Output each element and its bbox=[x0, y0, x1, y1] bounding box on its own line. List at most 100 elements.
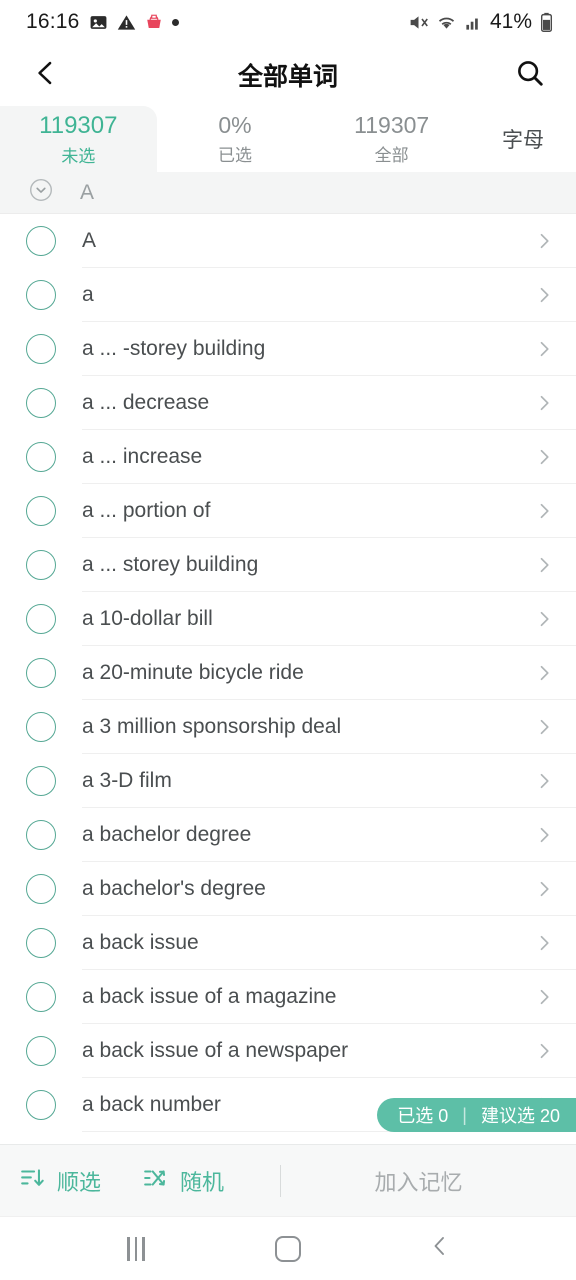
word-checkbox[interactable] bbox=[26, 442, 56, 472]
battery-icon bbox=[539, 12, 554, 33]
word-row[interactable]: a bachelor's degree bbox=[0, 862, 576, 916]
chevron-right-icon[interactable] bbox=[534, 933, 554, 953]
sort-descending-icon bbox=[20, 1165, 46, 1196]
app-screen: 16:16 41% 全部单词 119307 未选 0% 已选 119307 全部… bbox=[0, 0, 576, 1280]
mute-icon bbox=[408, 12, 429, 33]
tab-all[interactable]: 119307 全部 bbox=[313, 106, 470, 172]
word-checkbox[interactable] bbox=[26, 280, 56, 310]
word-row[interactable]: a ... -storey building bbox=[0, 322, 576, 376]
word-checkbox[interactable] bbox=[26, 496, 56, 526]
suggested-count-label: 建议选 20 bbox=[480, 1106, 560, 1126]
word-checkbox[interactable] bbox=[26, 388, 56, 418]
chevron-right-icon[interactable] bbox=[534, 231, 554, 251]
chevron-down-circle-icon[interactable] bbox=[28, 177, 54, 208]
badge-separator: | bbox=[462, 1104, 467, 1125]
word-row[interactable]: a 20-minute bicycle ride bbox=[0, 646, 576, 700]
chevron-right-icon[interactable] bbox=[534, 555, 554, 575]
word-row[interactable]: a back issue bbox=[0, 916, 576, 970]
status-bar: 16:16 41% bbox=[0, 0, 576, 44]
chevron-right-icon[interactable] bbox=[534, 717, 554, 737]
image-icon bbox=[89, 13, 108, 32]
word-row[interactable]: a 3-D film bbox=[0, 754, 576, 808]
random-button[interactable]: 随机 bbox=[143, 1165, 224, 1197]
sort-mode-label: 字母 bbox=[502, 129, 545, 152]
status-bar-left: 16:16 bbox=[26, 10, 179, 34]
tab-all-value: 119307 bbox=[354, 112, 430, 138]
word-row[interactable]: a back issue of a newspaper bbox=[0, 1024, 576, 1078]
chevron-right-icon[interactable] bbox=[534, 609, 554, 629]
chevron-right-icon[interactable] bbox=[534, 987, 554, 1007]
word-checkbox[interactable] bbox=[26, 604, 56, 634]
random-label: 随机 bbox=[180, 1169, 225, 1195]
word-checkbox[interactable] bbox=[26, 1036, 56, 1066]
chevron-right-icon[interactable] bbox=[534, 771, 554, 791]
title-bar: 全部单词 bbox=[0, 44, 576, 106]
word-row[interactable]: a bachelor degree bbox=[0, 808, 576, 862]
nav-back-button[interactable] bbox=[412, 1227, 468, 1271]
word-row[interactable]: a ... increase bbox=[0, 430, 576, 484]
word-list[interactable]: Aa a ... -storey building a ... decrease a … bbox=[0, 214, 576, 1144]
chevron-right-icon[interactable] bbox=[534, 501, 554, 521]
chevron-right-icon[interactable] bbox=[534, 285, 554, 305]
section-header[interactable]: A bbox=[0, 172, 576, 214]
word-checkbox[interactable] bbox=[26, 550, 56, 580]
android-nav-bar bbox=[0, 1216, 576, 1280]
word-label: a back issue of a newspaper bbox=[82, 1039, 349, 1062]
word-row[interactable]: a bbox=[0, 268, 576, 322]
word-label: a 10-dollar bill bbox=[82, 607, 213, 630]
word-checkbox[interactable] bbox=[26, 766, 56, 796]
nav-home-button[interactable] bbox=[260, 1227, 316, 1271]
word-row[interactable]: a ... storey building bbox=[0, 538, 576, 592]
word-label: a 20-minute bicycle ride bbox=[82, 661, 304, 684]
word-row[interactable]: a 10-dollar bill bbox=[0, 592, 576, 646]
word-row[interactable]: a ... portion of bbox=[0, 484, 576, 538]
page-title: 全部单词 bbox=[237, 63, 338, 91]
tab-selected-value: 0% bbox=[218, 112, 252, 138]
search-button[interactable] bbox=[508, 53, 552, 97]
nav-recents-button[interactable] bbox=[108, 1227, 164, 1271]
word-checkbox[interactable] bbox=[26, 874, 56, 904]
tab-unselected[interactable]: 119307 未选 bbox=[0, 106, 157, 172]
word-label: A bbox=[82, 229, 97, 252]
chevron-right-icon[interactable] bbox=[534, 1041, 554, 1061]
chevron-right-icon[interactable] bbox=[534, 879, 554, 899]
word-checkbox[interactable] bbox=[26, 928, 56, 958]
shuffle-icon bbox=[143, 1165, 169, 1196]
word-label: a ... decrease bbox=[82, 391, 210, 414]
sort-mode-button[interactable]: 字母 bbox=[470, 106, 576, 172]
search-icon bbox=[515, 58, 545, 93]
chevron-right-icon[interactable] bbox=[534, 825, 554, 845]
tab-selected[interactable]: 0% 已选 bbox=[157, 106, 314, 172]
dot-icon bbox=[171, 18, 179, 26]
sort-select-label: 顺选 bbox=[57, 1169, 102, 1195]
stats-tab-bar: 119307 未选 0% 已选 119307 全部 字母 bbox=[0, 106, 576, 172]
word-checkbox[interactable] bbox=[26, 982, 56, 1012]
word-label: a ... portion of bbox=[82, 499, 211, 522]
warning-icon bbox=[117, 13, 136, 32]
tab-all-label: 全部 bbox=[374, 146, 409, 165]
word-row[interactable]: a back issue of a magazine bbox=[0, 970, 576, 1024]
word-checkbox[interactable] bbox=[26, 1090, 56, 1120]
back-button[interactable] bbox=[24, 53, 68, 97]
word-row[interactable]: a 3 million sponsorship deal bbox=[0, 700, 576, 754]
wifi-icon bbox=[436, 12, 457, 33]
word-checkbox[interactable] bbox=[26, 226, 56, 256]
sort-select-button[interactable]: 顺选 bbox=[20, 1165, 101, 1197]
status-time: 16:16 bbox=[26, 10, 80, 33]
word-label: a bachelor degree bbox=[82, 823, 252, 846]
word-row[interactable]: A bbox=[0, 214, 576, 268]
word-checkbox[interactable] bbox=[26, 658, 56, 688]
chevron-right-icon[interactable] bbox=[534, 339, 554, 359]
tab-unselected-value: 119307 bbox=[39, 111, 118, 139]
selected-count-label: 已选 0 bbox=[397, 1106, 449, 1126]
chevron-right-icon[interactable] bbox=[534, 663, 554, 683]
word-checkbox[interactable] bbox=[26, 820, 56, 850]
chevron-right-icon[interactable] bbox=[534, 447, 554, 467]
selection-badge[interactable]: 已选 0 | 建议选 20 bbox=[377, 1098, 576, 1132]
word-checkbox[interactable] bbox=[26, 712, 56, 742]
word-checkbox[interactable] bbox=[26, 334, 56, 364]
chevron-right-icon[interactable] bbox=[534, 393, 554, 413]
word-row[interactable]: a ... decrease bbox=[0, 376, 576, 430]
add-to-memory-button[interactable]: 加入记忆 bbox=[281, 1165, 556, 1197]
bottom-toolbar: 顺选 随机 加入记忆 bbox=[0, 1144, 576, 1216]
